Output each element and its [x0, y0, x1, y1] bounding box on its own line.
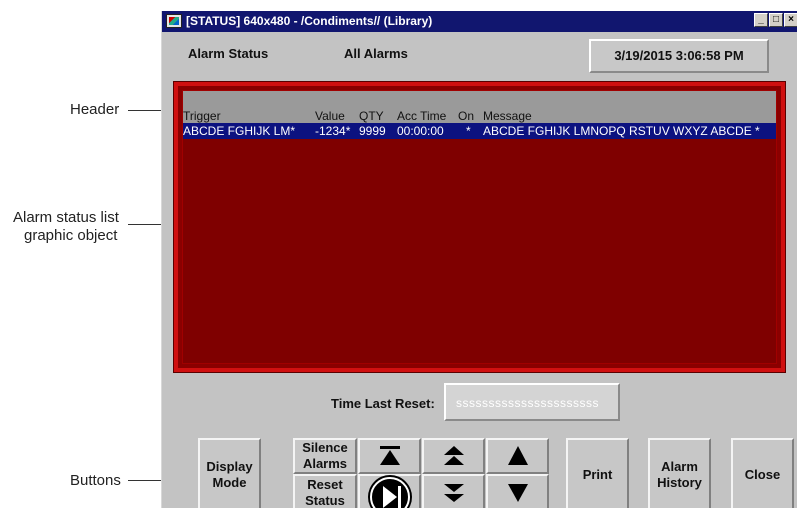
silence-alarms-button[interactable]: Silence Alarms	[293, 438, 357, 474]
print-label: Print	[582, 467, 613, 482]
print-button[interactable]: Print	[566, 438, 629, 508]
execute-button[interactable]	[358, 474, 421, 508]
time-last-reset-value: ssssssssssssssssssssss	[456, 396, 599, 410]
cell-trigger: ABCDE FGHIJK LM*	[183, 124, 296, 138]
page-down-button[interactable]	[422, 474, 485, 508]
datetime-display: 3/19/2015 3:06:58 PM	[589, 39, 769, 73]
cell-message: ABCDE FGHIJK LMNOPQ RSTUV WXYZ ABCDE *	[483, 124, 760, 138]
scroll-top-button[interactable]	[358, 438, 421, 474]
column-header-trigger[interactable]: Trigger	[183, 109, 221, 123]
header-annotation: Header	[70, 101, 120, 118]
alarm-status-list[interactable]: Trigger Value QTY Acc Time On Message AB…	[173, 81, 786, 373]
window-close-button[interactable]: ×	[784, 13, 797, 27]
window-title: [STATUS] 640x480 - /Condiments// (Librar…	[186, 14, 433, 28]
page-up-icon	[443, 446, 464, 465]
alarm-history-button[interactable]: Alarm History	[648, 438, 711, 508]
display-mode-button[interactable]: Display Mode	[198, 438, 261, 508]
alarm-list-body[interactable]: Trigger Value QTY Acc Time On Message AB…	[182, 90, 777, 364]
list-annotation-line1: Alarm status list	[13, 209, 119, 226]
scroll-top-icon	[379, 446, 400, 465]
time-last-reset-field: ssssssssssssssssssssss	[444, 383, 620, 421]
title-bar[interactable]: [STATUS] 640x480 - /Condiments// (Librar…	[162, 11, 797, 32]
alarm-status-label: Alarm Status	[188, 46, 269, 61]
line-up-button[interactable]	[486, 438, 549, 474]
cell-qty: 9999	[359, 124, 386, 138]
time-last-reset-label: Time Last Reset:	[331, 396, 435, 411]
line-up-icon	[507, 446, 528, 465]
maximize-button[interactable]: □	[769, 13, 783, 27]
minimize-button[interactable]: _	[754, 13, 768, 27]
line-down-icon	[507, 484, 528, 502]
cell-value: -1234*	[315, 124, 351, 138]
column-header-qty[interactable]: QTY	[359, 109, 384, 123]
column-header-on[interactable]: On	[458, 109, 474, 123]
cell-on: *	[466, 124, 471, 138]
table-row[interactable]: ABCDE FGHIJK LM* -1234* 9999 00:00:00 * …	[183, 123, 776, 139]
line-down-button[interactable]	[486, 474, 549, 508]
execute-icon	[367, 475, 412, 508]
list-header: Trigger Value QTY Acc Time On Message	[183, 91, 776, 123]
reset-status-button[interactable]: Reset Status	[293, 474, 357, 508]
reset-status-label: Reset Status	[305, 477, 345, 508]
column-header-acc-time[interactable]: Acc Time	[397, 109, 446, 123]
all-alarms-label: All Alarms	[344, 46, 408, 61]
cell-acc-time: 00:00:00	[397, 124, 444, 138]
app-icon	[166, 14, 182, 28]
list-annotation-line2: graphic object	[24, 227, 118, 244]
column-header-value[interactable]: Value	[315, 109, 345, 123]
close-button[interactable]: Close	[731, 438, 794, 508]
window-controls: _ □ ×	[753, 13, 797, 27]
buttons-annotation: Buttons	[70, 472, 121, 489]
close-label: Close	[744, 467, 781, 482]
status-window: [STATUS] 640x480 - /Condiments// (Librar…	[161, 11, 797, 508]
alarm-history-label: Alarm History	[657, 459, 702, 490]
page-up-button[interactable]	[422, 438, 485, 474]
page-down-icon	[443, 484, 464, 502]
silence-alarms-label: Silence Alarms	[302, 440, 348, 471]
column-header-message[interactable]: Message	[483, 109, 532, 123]
display-mode-label: Display Mode	[206, 459, 253, 490]
